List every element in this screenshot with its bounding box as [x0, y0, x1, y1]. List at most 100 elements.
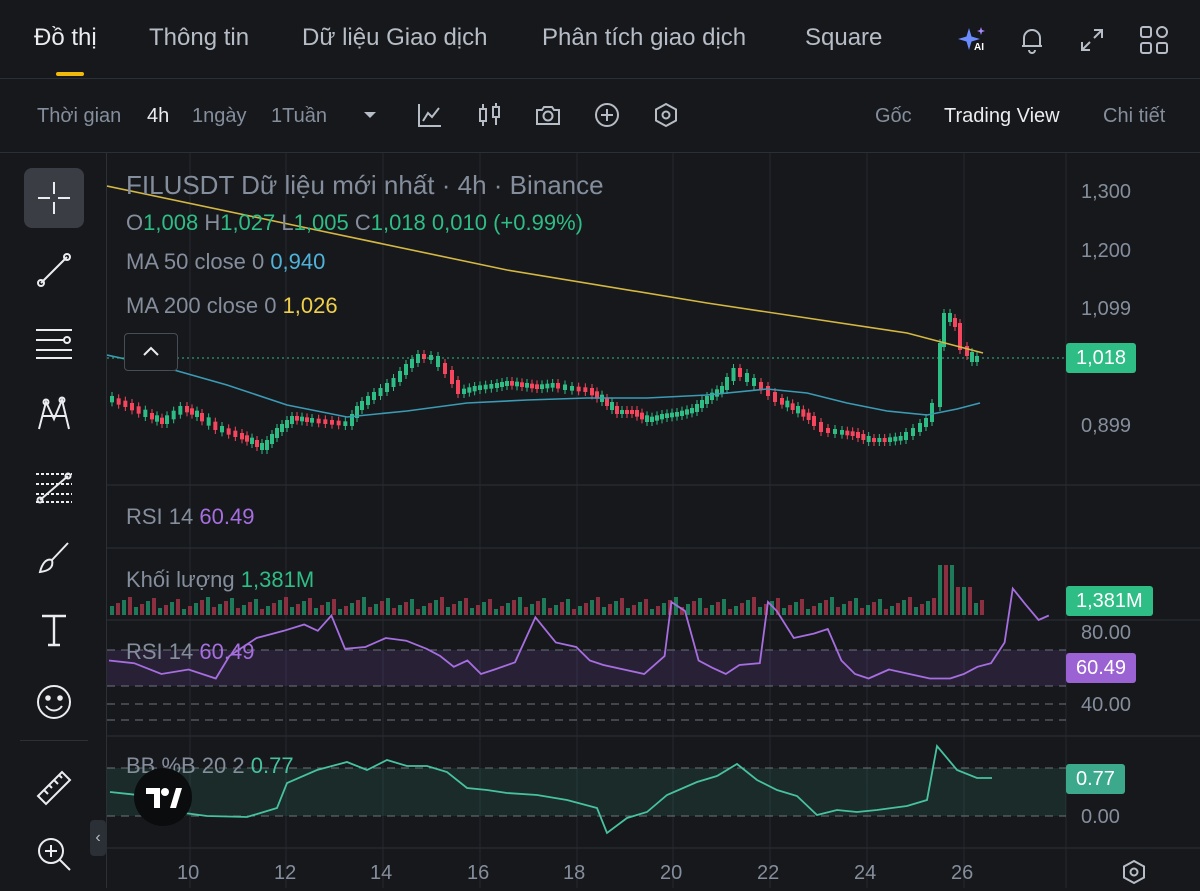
tab-trading-analysis[interactable]: Phân tích giao dịch: [542, 24, 746, 52]
volume-bar: [878, 599, 882, 615]
candle-body: [645, 415, 649, 422]
rsi-value-tag: 60.49: [1066, 653, 1137, 683]
volume-bar: [116, 603, 120, 615]
volume-bar: [560, 602, 564, 615]
interval-4h[interactable]: 4h: [147, 105, 169, 128]
candle-body: [495, 383, 499, 388]
camera-icon[interactable]: [534, 101, 562, 129]
time-axis-label: 22: [757, 862, 780, 884]
candle-body: [378, 388, 383, 396]
volume-bar: [278, 600, 282, 615]
candle-body: [450, 370, 454, 384]
horizontal-lines-tool[interactable]: [24, 312, 84, 372]
tab-trading-data[interactable]: Dữ liệu Giao dịch: [302, 24, 487, 52]
view-detail[interactable]: Chi tiết: [1103, 105, 1165, 128]
candle-body: [525, 383, 529, 388]
candle-body: [330, 420, 334, 425]
candle-body: [545, 383, 550, 389]
candle-body: [505, 381, 509, 386]
ma50-legend: MA 50 close 0 0,940: [126, 249, 326, 274]
zoom-in-tool[interactable]: [24, 824, 84, 884]
candle-body: [305, 417, 309, 422]
bb-axis-label: 0.00: [1081, 806, 1120, 828]
volume-bar: [494, 609, 498, 615]
trendline-tool[interactable]: [24, 240, 84, 300]
volume-bar: [128, 597, 132, 615]
volume-bar: [386, 598, 390, 615]
candle-body: [290, 416, 294, 424]
volume-bar: [524, 607, 528, 615]
candle-body: [190, 408, 194, 415]
volume-bar: [440, 597, 444, 615]
volume-bar: [368, 607, 372, 615]
candle-body: [785, 400, 790, 408]
candle-body: [690, 408, 694, 414]
candle-body: [563, 384, 567, 390]
candle-body: [856, 432, 860, 438]
volume-bar: [614, 601, 618, 615]
candle-type-icon[interactable]: [476, 101, 504, 129]
interval-dropdown-icon[interactable]: [356, 101, 384, 129]
candle-body: [316, 418, 321, 424]
candle-body: [796, 406, 800, 414]
interval-1week[interactable]: 1Tuần: [271, 105, 327, 128]
candle-body: [675, 412, 679, 417]
time-axis-label: 26: [951, 862, 974, 884]
indicator-chart-icon[interactable]: [416, 101, 444, 129]
candle-body: [635, 410, 639, 417]
text-tool[interactable]: [24, 600, 84, 660]
volume-bar: [254, 599, 258, 615]
fibonacci-tool[interactable]: [24, 456, 84, 516]
candle-body: [801, 409, 806, 417]
candle-body: [731, 368, 736, 381]
volume-bar: [638, 602, 642, 615]
legend-collapse-button[interactable]: [124, 333, 178, 371]
ai-sparkle-icon[interactable]: AI: [956, 24, 988, 56]
crosshair-tool[interactable]: [24, 168, 84, 228]
tab-square[interactable]: Square: [805, 24, 882, 52]
bell-icon[interactable]: [1016, 24, 1048, 56]
volume-bar: [644, 599, 648, 615]
candle-body: [483, 384, 488, 390]
volume-bar: [896, 603, 900, 615]
tab-info[interactable]: Thông tin: [149, 24, 249, 52]
volume-bar: [188, 606, 192, 615]
view-original[interactable]: Gốc: [875, 105, 912, 128]
rsi-axis-label: 40.00: [1081, 694, 1132, 716]
volume-bar: [752, 597, 756, 615]
candle-body: [780, 398, 784, 405]
candle-body: [911, 428, 915, 436]
candle-body: [398, 371, 402, 382]
expand-icon[interactable]: [1076, 24, 1108, 56]
price-axis-label: 1,300: [1081, 181, 1132, 203]
pattern-tool[interactable]: [24, 384, 84, 444]
candle-body: [178, 406, 183, 415]
candle-body: [540, 384, 544, 389]
add-circle-icon[interactable]: [593, 101, 621, 129]
ruler-tool[interactable]: [24, 756, 84, 816]
candle-body: [143, 409, 148, 417]
candle-body: [550, 383, 555, 388]
volume-bar: [296, 604, 300, 615]
volume-bar: [434, 600, 438, 615]
volume-bar: [632, 605, 636, 615]
grid-apps-icon[interactable]: [1138, 24, 1170, 56]
settings-gear-icon[interactable]: [1120, 858, 1148, 891]
settings-hexagon-icon[interactable]: [652, 101, 680, 129]
view-trading-view[interactable]: Trading View: [944, 105, 1060, 128]
volume-bar: [722, 599, 726, 615]
volume-bar: [140, 604, 144, 615]
candle-body: [310, 418, 314, 423]
sidebar-collapse-toggle[interactable]: ‹: [90, 820, 106, 856]
candle-body: [893, 436, 898, 442]
volume-bar: [602, 607, 606, 615]
volume-bar: [164, 605, 168, 615]
candle-body: [366, 396, 370, 405]
brush-tool[interactable]: [24, 528, 84, 588]
interval-1day[interactable]: 1ngày: [192, 105, 247, 128]
volume-bar: [968, 587, 972, 615]
candle-body: [625, 410, 629, 414]
emoji-tool[interactable]: [24, 672, 84, 732]
tab-chart[interactable]: Đồ thị: [34, 24, 97, 52]
candle-body: [738, 368, 742, 377]
